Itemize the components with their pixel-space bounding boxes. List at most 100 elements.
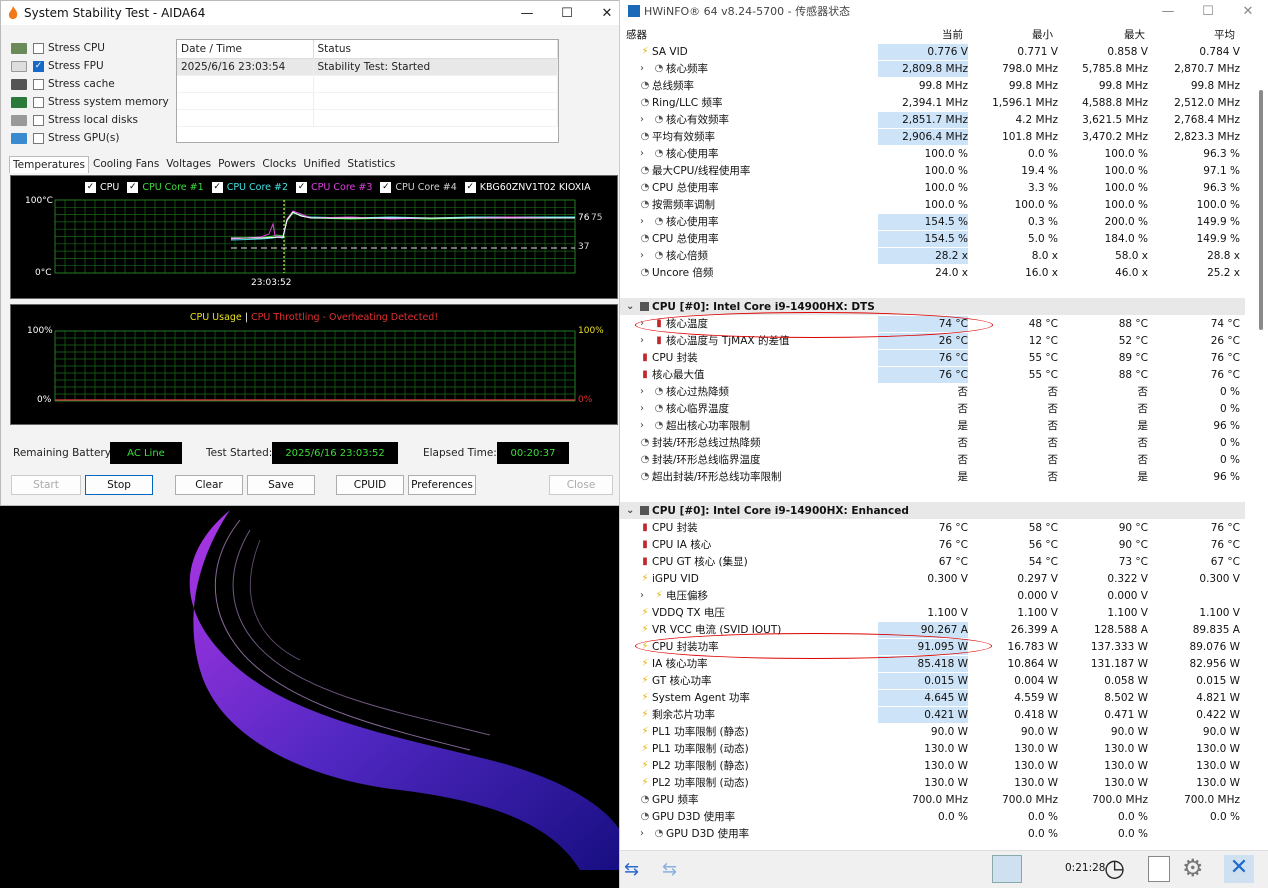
sensor-section-header[interactable]: ⌄ CPU [#0]: Intel Core i9-14900HX: DTS [620,298,1245,315]
stress-cpu-item[interactable]: Stress CPU [11,39,171,57]
cpuid-button[interactable]: CPUID [336,475,404,495]
sensor-row[interactable]: ▮ CPU IA 核心 76 °C 56 °C 90 °C 76 °C [620,536,1245,553]
hw-close-icon[interactable]: ✕ [1228,0,1268,22]
header-current[interactable]: 当前 [942,27,963,42]
tab-cooling-fans[interactable]: Cooling Fans [90,156,162,173]
sensor-row[interactable]: ⚡ PL1 功率限制 (动态) 130.0 W 130.0 W 130.0 W 130.0… [620,740,1245,757]
expand-icon[interactable]: › [640,114,644,125]
sensor-row[interactable]: ⚡ System Agent 功率 4.645 W 4.559 W 8.502 W 4.8… [620,689,1245,706]
legend-ssd[interactable]: ✓ KBG60ZNV1T02 KIOXIA [464,182,591,193]
sensor-row[interactable]: ⚡ 剩余芯片功率 0.421 W 0.418 W 0.471 W 0.422 W [620,706,1245,723]
expand-icon[interactable]: › [640,63,644,74]
legend-core1[interactable]: ✓ CPU Core #1 [127,182,204,193]
sensor-row[interactable]: ◔ 最大CPU/线程使用率 100.0 % 19.4 % 100.0 % 97.1 % [620,162,1245,179]
sensor-row[interactable]: ⚡ PL1 功率限制 (静态) 90.0 W 90.0 W 90.0 W 90.0 W [620,723,1245,740]
sensor-row[interactable]: ◔ CPU 总使用率 100.0 % 3.3 % 100.0 % 96.3 % [620,179,1245,196]
expand-icon[interactable]: › [640,250,644,261]
sensor-row[interactable]: › ◔ 核心使用率 100.0 % 0.0 % 100.0 % 96.3 % [620,145,1245,162]
preferences-button[interactable]: Preferences [408,475,476,495]
stress-gpu-checkbox[interactable] [33,132,44,144]
aida-titlebar[interactable]: System Stability Test - AIDA64 — ☐ ✕ [1,1,627,25]
sensor-row[interactable]: ◔ 平均有效频率 2,906.4 MHz 101.8 MHz 3,470.2 MHz 2,… [620,128,1245,145]
expand-icon[interactable]: › [640,403,644,414]
sensor-row[interactable]: ⚡ VDDQ TX 电压 1.100 V 1.100 V 1.100 V 1.100 V [620,604,1245,621]
tab-statistics[interactable]: Statistics [344,156,398,173]
minimize-icon[interactable]: — [507,1,547,25]
status-log[interactable]: Date / Time Status 2025/6/16 23:03:54 St… [176,39,559,143]
stress-fpu-item[interactable]: ✓ Stress FPU [11,57,171,75]
sensor-row[interactable]: ⚡ iGPU VID 0.300 V 0.297 V 0.322 V 0.300 V [620,570,1245,587]
hwinfo-titlebar[interactable]: HWiNFO® 64 v8.24-5700 - 传感器状态 — ☐ ✕ [620,0,1268,22]
save-button[interactable]: Save [247,475,315,495]
hw-minimize-icon[interactable]: — [1148,0,1188,22]
expand-icon[interactable]: › [640,335,644,346]
sensor-row[interactable]: ◔ 超出封装/环形总线功率限制 是 否 是 96 % [620,468,1245,485]
stress-memory-checkbox[interactable] [33,96,44,108]
sensor-row[interactable]: › ◔ 核心过热降频 否 否 否 0 % [620,383,1245,400]
hw-maximize-icon[interactable]: ☐ [1188,0,1228,22]
sensor-row[interactable]: ⚡ PL2 功率限制 (静态) 130.0 W 130.0 W 130.0 W 130.0… [620,757,1245,774]
sensor-row[interactable]: › ◔ 核心倍频 28.2 x 8.0 x 58.0 x 28.8 x [620,247,1245,264]
tab-powers[interactable]: Powers [215,156,258,173]
sensor-row[interactable]: › ◔ GPU D3D 使用率 0.0 % 0.0 % [620,825,1245,842]
scrollbar[interactable] [1258,40,1264,850]
expand-icon[interactable]: › [640,216,644,227]
close-button[interactable]: Close [549,475,613,495]
sensor-row[interactable]: ◔ Uncore 倍频 24.0 x 16.0 x 46.0 x 25.2 x [620,264,1245,281]
stress-cache-item[interactable]: Stress cache [11,75,171,93]
nav-arrows2-icon[interactable]: ⇆ [662,859,677,880]
sensor-row[interactable]: ⚡ IA 核心功率 85.418 W 10.864 W 131.187 W 82.956 … [620,655,1245,672]
sensor-row[interactable]: ◔ 按需频率调制 100.0 % 100.0 % 100.0 % 100.0 % [620,196,1245,213]
sensor-row[interactable]: ⚡ PL2 功率限制 (动态) 130.0 W 130.0 W 130.0 W 130.0… [620,774,1245,791]
stress-disks-item[interactable]: Stress local disks [11,111,171,129]
settings-icon[interactable]: ⚙ [1182,854,1204,882]
expand-icon[interactable]: › [640,828,644,839]
sensor-row[interactable]: ◔ 封装/环形总线过热降频 否 否 否 0 % [620,434,1245,451]
expand-icon[interactable]: › [640,420,644,431]
legend-core3[interactable]: ✓ CPU Core #3 [296,182,372,193]
sensor-section-header[interactable]: ⌄ CPU [#0]: Intel Core i9-14900HX: Enhanc… [620,502,1245,519]
header-avg[interactable]: 平均 [1214,27,1235,42]
maximize-icon[interactable]: ☐ [547,1,587,25]
legend-core4[interactable]: ✓ CPU Core #4 [380,182,457,193]
tab-unified[interactable]: Unified [300,156,343,173]
stress-memory-item[interactable]: Stress system memory [11,93,171,111]
expand-icon[interactable]: › [640,590,644,601]
stop-button[interactable]: Stop [85,475,153,495]
sensor-row[interactable]: ▮ CPU 封装 76 °C 58 °C 90 °C 76 °C [620,519,1245,536]
stress-cpu-checkbox[interactable] [33,42,44,54]
sensor-row[interactable]: ▮ 核心最大值 76 °C 55 °C 88 °C 76 °C [620,366,1245,383]
expand-icon[interactable]: › [640,148,644,159]
sensor-row[interactable]: ◔ GPU 频率 700.0 MHz 700.0 MHz 700.0 MHz 700.0 … [620,791,1245,808]
tab-temperatures[interactable]: Temperatures [9,156,89,173]
start-button[interactable]: Start [11,475,81,495]
sensor-row[interactable]: ▮ CPU GT 核心 (集显) 67 °C 54 °C 73 °C 67 °C [620,553,1245,570]
sensor-row[interactable]: › ◔ 核心有效频率 2,851.7 MHz 4.2 MHz 3,621.5 MHz 2,7… [620,111,1245,128]
collapse-icon[interactable]: ⌄ [626,505,634,516]
sensor-row[interactable]: ◔ 总线频率 99.8 MHz 99.8 MHz 99.8 MHz 99.8 MHz [620,77,1245,94]
network-icon[interactable] [992,855,1022,883]
sensor-row[interactable]: › ◔ 超出核心功率限制 是 否 是 96 % [620,417,1245,434]
tab-voltages[interactable]: Voltages [163,156,214,173]
sensor-row[interactable]: › ◔ 核心临界温度 否 否 否 0 % [620,400,1245,417]
timer-icon[interactable]: ◷ [1104,854,1125,882]
collapse-icon[interactable]: ⌄ [626,301,634,312]
sensor-row[interactable]: ⚡ SA VID 0.776 V 0.771 V 0.858 V 0.784 V [620,43,1245,60]
header-min[interactable]: 最小 [1032,27,1053,42]
tab-clocks[interactable]: Clocks [259,156,299,173]
scrollbar-thumb[interactable] [1259,90,1263,330]
sensor-row[interactable]: › ◔ 核心频率 2,809.8 MHz 798.0 MHz 5,785.8 MHz 2,8… [620,60,1245,77]
clear-button[interactable]: Clear [175,475,243,495]
stress-disks-checkbox[interactable] [33,114,44,126]
stress-cache-checkbox[interactable] [33,78,44,90]
sensor-row[interactable]: ◔ CPU 总使用率 154.5 % 5.0 % 184.0 % 149.9 % [620,230,1245,247]
exit-icon[interactable]: ✕ [1224,855,1254,883]
sensor-row[interactable]: ◔ 封装/环形总线临界温度 否 否 否 0 % [620,451,1245,468]
sensor-row[interactable]: ⚡ GT 核心功率 0.015 W 0.004 W 0.058 W 0.015 W [620,672,1245,689]
stress-fpu-checkbox[interactable]: ✓ [33,60,44,72]
header-sensor[interactable]: 感器 [626,27,647,42]
legend-core2[interactable]: ✓ CPU Core #2 [211,182,288,193]
log-row[interactable]: 2025/6/16 23:03:54 Stability Test: Start… [177,58,558,76]
stress-gpu-item[interactable]: Stress GPU(s) [11,129,171,147]
report-icon[interactable] [1148,856,1170,882]
